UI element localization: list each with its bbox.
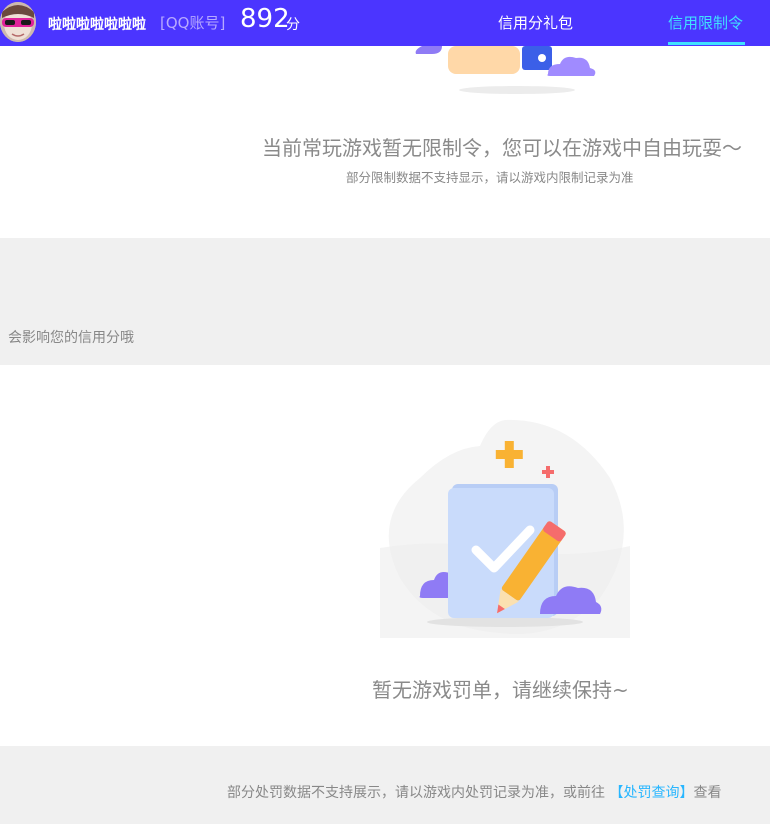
penalty-query-link[interactable]: 【处罚查询】	[609, 785, 693, 801]
top-bar: 啦啦啦啦啦啦啦 [QQ账号] 892 分 信用分礼包 信用限制令	[0, 0, 770, 46]
restriction-data-note: 部分限制数据不支持显示，请以游戏内限制记录为准	[346, 170, 634, 185]
active-tab-indicator	[668, 42, 745, 45]
penalty-section-note: 会影响您的信用分哦	[8, 330, 134, 346]
account-type-label: [QQ账号]	[160, 14, 226, 32]
avatar[interactable]	[0, 2, 36, 42]
no-penalty-illustration-icon	[380, 418, 630, 638]
credit-score-unit: 分	[286, 17, 300, 33]
credit-score-value: 892	[240, 4, 290, 34]
tab-credit-gift[interactable]: 信用分礼包	[498, 12, 573, 33]
no-restriction-illustration-icon	[412, 46, 602, 98]
penalty-footer-note: 部分处罚数据不支持展示，请以游戏内处罚记录为准，或前往 【处罚查询】查看	[227, 782, 721, 802]
penalty-footer-tail: 查看	[693, 785, 722, 801]
username: 啦啦啦啦啦啦啦	[48, 17, 146, 33]
no-penalty-message: 暂无游戏罚单，请继续保持~	[372, 678, 629, 702]
no-restriction-message: 当前常玩游戏暂无限制令，您可以在游戏中自由玩耍～	[262, 136, 742, 160]
tab-credit-restriction[interactable]: 信用限制令	[668, 12, 743, 33]
penalty-footer-text: 部分处罚数据不支持展示，请以游戏内处罚记录为准，或前往	[227, 785, 605, 801]
